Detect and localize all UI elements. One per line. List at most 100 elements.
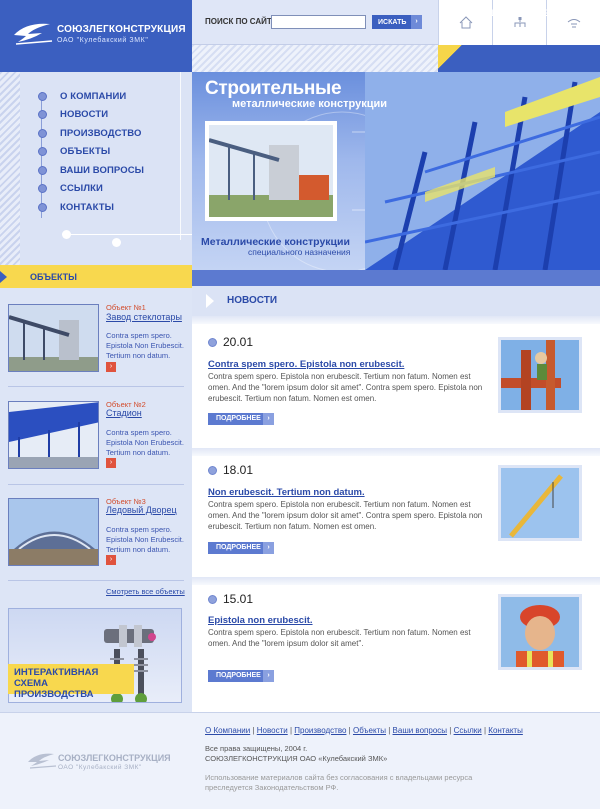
footer-separator: | bbox=[289, 726, 293, 735]
news-date: 20.01 bbox=[223, 335, 254, 349]
builder-photo-image bbox=[501, 597, 579, 667]
object-photo[interactable] bbox=[8, 401, 99, 469]
footer-separator: | bbox=[252, 726, 255, 735]
search-button[interactable]: ИСКАТЬ › bbox=[372, 15, 422, 29]
bullet-icon bbox=[38, 128, 47, 138]
divider bbox=[8, 386, 184, 387]
footer-logo-subtitle: ОАО "Кулебакский ЗМК" bbox=[58, 764, 142, 771]
copyright-line: Все права защищены, 2004 г. bbox=[205, 744, 308, 753]
news-more-button[interactable]: ПОДРОБНЕЕ › bbox=[208, 542, 274, 554]
decorative-line bbox=[62, 234, 192, 235]
object-photo-image bbox=[9, 499, 98, 565]
flash-presentation-label[interactable]: FLASH-ПРЕЗЕНТАЦИЯ bbox=[485, 8, 586, 18]
nav-item-label: О КОМПАНИИ bbox=[60, 90, 127, 102]
object-photo-image bbox=[9, 305, 98, 371]
footer-link-questions[interactable]: Ваши вопросы bbox=[393, 726, 447, 735]
arrow-right-icon: › bbox=[263, 542, 274, 554]
object-description: Contra spem spero. Epistola Non Erubesci… bbox=[106, 331, 184, 360]
footer-logo-icon bbox=[28, 753, 57, 769]
arrow-right-icon: › bbox=[411, 15, 422, 29]
contact-button[interactable] bbox=[546, 0, 600, 45]
banner-caption-sub: специального назначения bbox=[248, 247, 351, 257]
conveyor-photo-image bbox=[208, 125, 333, 217]
news-headline[interactable]: Epistola non erubescit. bbox=[208, 615, 488, 626]
home-button[interactable] bbox=[438, 0, 492, 45]
divider bbox=[192, 577, 600, 585]
all-objects-link[interactable]: Смотреть все объекты bbox=[106, 587, 185, 596]
nav-hatch-pattern bbox=[0, 72, 20, 265]
search-label: ПОИСК ПО САЙТУ: bbox=[205, 17, 280, 26]
object-more-button[interactable]: › bbox=[106, 555, 116, 565]
object-link[interactable]: Завод стеклотары bbox=[106, 312, 182, 322]
header-hatch-strip bbox=[192, 45, 438, 72]
bullet-icon bbox=[38, 109, 47, 119]
news-body: Contra spem spero. Epistola non erubesci… bbox=[208, 628, 471, 648]
news-photo[interactable] bbox=[498, 337, 582, 413]
scheme-label-line2: СХЕМА ПРОИЗВОДСТВА bbox=[14, 678, 94, 700]
bullet-icon bbox=[38, 202, 47, 212]
object-more-button[interactable]: › bbox=[106, 362, 116, 372]
bullet-icon bbox=[38, 146, 47, 156]
sitemap-icon bbox=[514, 16, 525, 27]
nav-item-news[interactable]: НОВОСТИ bbox=[38, 107, 108, 121]
bullet-icon bbox=[208, 338, 217, 347]
object-photo[interactable] bbox=[8, 304, 99, 372]
logo-mark-icon bbox=[14, 23, 53, 45]
divider bbox=[192, 448, 600, 456]
footer-separator: | bbox=[348, 726, 351, 735]
nav-item-label: НОВОСТИ bbox=[60, 108, 109, 120]
decorative-dot bbox=[112, 238, 121, 247]
interactive-scheme-label[interactable]: ИНТЕРАКТИВНАЯ СХЕМА ПРОИЗВОДСТВА bbox=[8, 664, 134, 700]
footer-links: О Компании | Новости | Производство | Об… bbox=[205, 726, 523, 735]
footer-link-links[interactable]: Ссылки bbox=[454, 726, 482, 735]
news-headline[interactable]: Non erubescit. Tertium non datum. bbox=[208, 487, 488, 498]
footer-logo-name: СОЮЗЛЕГКОНСТРУКЦИЯ bbox=[58, 753, 171, 763]
search-input[interactable] bbox=[271, 15, 366, 29]
nav-item-label: ПРОИЗВОДСТВО bbox=[60, 127, 142, 139]
news-photo[interactable] bbox=[498, 594, 582, 670]
news-more-label: ПОДРОБНЕЕ bbox=[216, 672, 261, 679]
bullet-icon bbox=[208, 466, 217, 475]
nav-item-questions[interactable]: ВАШИ ВОПРОСЫ bbox=[38, 163, 144, 177]
news-more-button[interactable]: ПОДРОБНЕЕ › bbox=[208, 670, 274, 682]
nav-item-label: ВАШИ ВОПРОСЫ bbox=[60, 164, 145, 176]
bullet-icon bbox=[38, 165, 47, 175]
bullet-icon bbox=[38, 183, 47, 193]
footer-separator: | bbox=[483, 726, 487, 735]
banner-bottom-strip bbox=[192, 270, 600, 286]
footer-link-production[interactable]: Производство bbox=[294, 726, 346, 735]
object-photo[interactable] bbox=[8, 498, 99, 566]
nav-item-about[interactable]: О КОМПАНИИ bbox=[38, 89, 126, 103]
triangle-icon bbox=[206, 294, 214, 308]
footer-link-news[interactable]: Новости bbox=[257, 726, 288, 735]
footer-separator: | bbox=[449, 726, 452, 735]
scheme-label-line1: ИНТЕРАКТИВНАЯ bbox=[14, 667, 99, 678]
banner-title: Строительные bbox=[205, 78, 342, 99]
bullet-icon bbox=[38, 91, 47, 101]
nav-item-contacts[interactable]: КОНТАКТЫ bbox=[38, 200, 114, 214]
object-link[interactable]: Стадион bbox=[106, 408, 142, 418]
news-body: Contra spem spero. Epistola non erubesci… bbox=[208, 500, 483, 531]
flash-presentation-tab[interactable] bbox=[438, 45, 600, 72]
nav-item-links[interactable]: ССЫЛКИ bbox=[38, 181, 103, 195]
news-headline[interactable]: Contra spem spero. Epistola non erubesci… bbox=[208, 359, 488, 370]
nav-item-objects[interactable]: ОБЪЕКТЫ bbox=[38, 144, 110, 158]
footer-link-contacts[interactable]: Контакты bbox=[488, 726, 523, 735]
object-number: Объект №1 bbox=[106, 303, 146, 312]
news-more-button[interactable]: ПОДРОБНЕЕ › bbox=[208, 413, 274, 425]
news-more-label: ПОДРОБНЕЕ bbox=[216, 544, 261, 551]
logo-name: СОЮЗЛЕГКОНСТРУКЦИЯ bbox=[57, 24, 186, 35]
object-description: Contra spem spero. Epistola Non Erubesci… bbox=[106, 428, 184, 457]
object-more-button[interactable]: › bbox=[106, 458, 116, 468]
footer-link-about[interactable]: О Компании bbox=[205, 726, 250, 735]
banner-photo bbox=[205, 121, 337, 221]
nav-item-production[interactable]: ПРОИЗВОДСТВО bbox=[38, 126, 142, 140]
divider bbox=[192, 316, 600, 324]
footer-link-objects[interactable]: Объекты bbox=[353, 726, 386, 735]
object-link[interactable]: Ледовый Дворец bbox=[106, 505, 177, 515]
crane-photo-image bbox=[501, 468, 579, 538]
nav-item-label: ОБЪЕКТЫ bbox=[60, 145, 111, 157]
sitemap-button[interactable] bbox=[492, 0, 546, 45]
worker-photo-image bbox=[501, 340, 579, 410]
news-photo[interactable] bbox=[498, 465, 582, 541]
